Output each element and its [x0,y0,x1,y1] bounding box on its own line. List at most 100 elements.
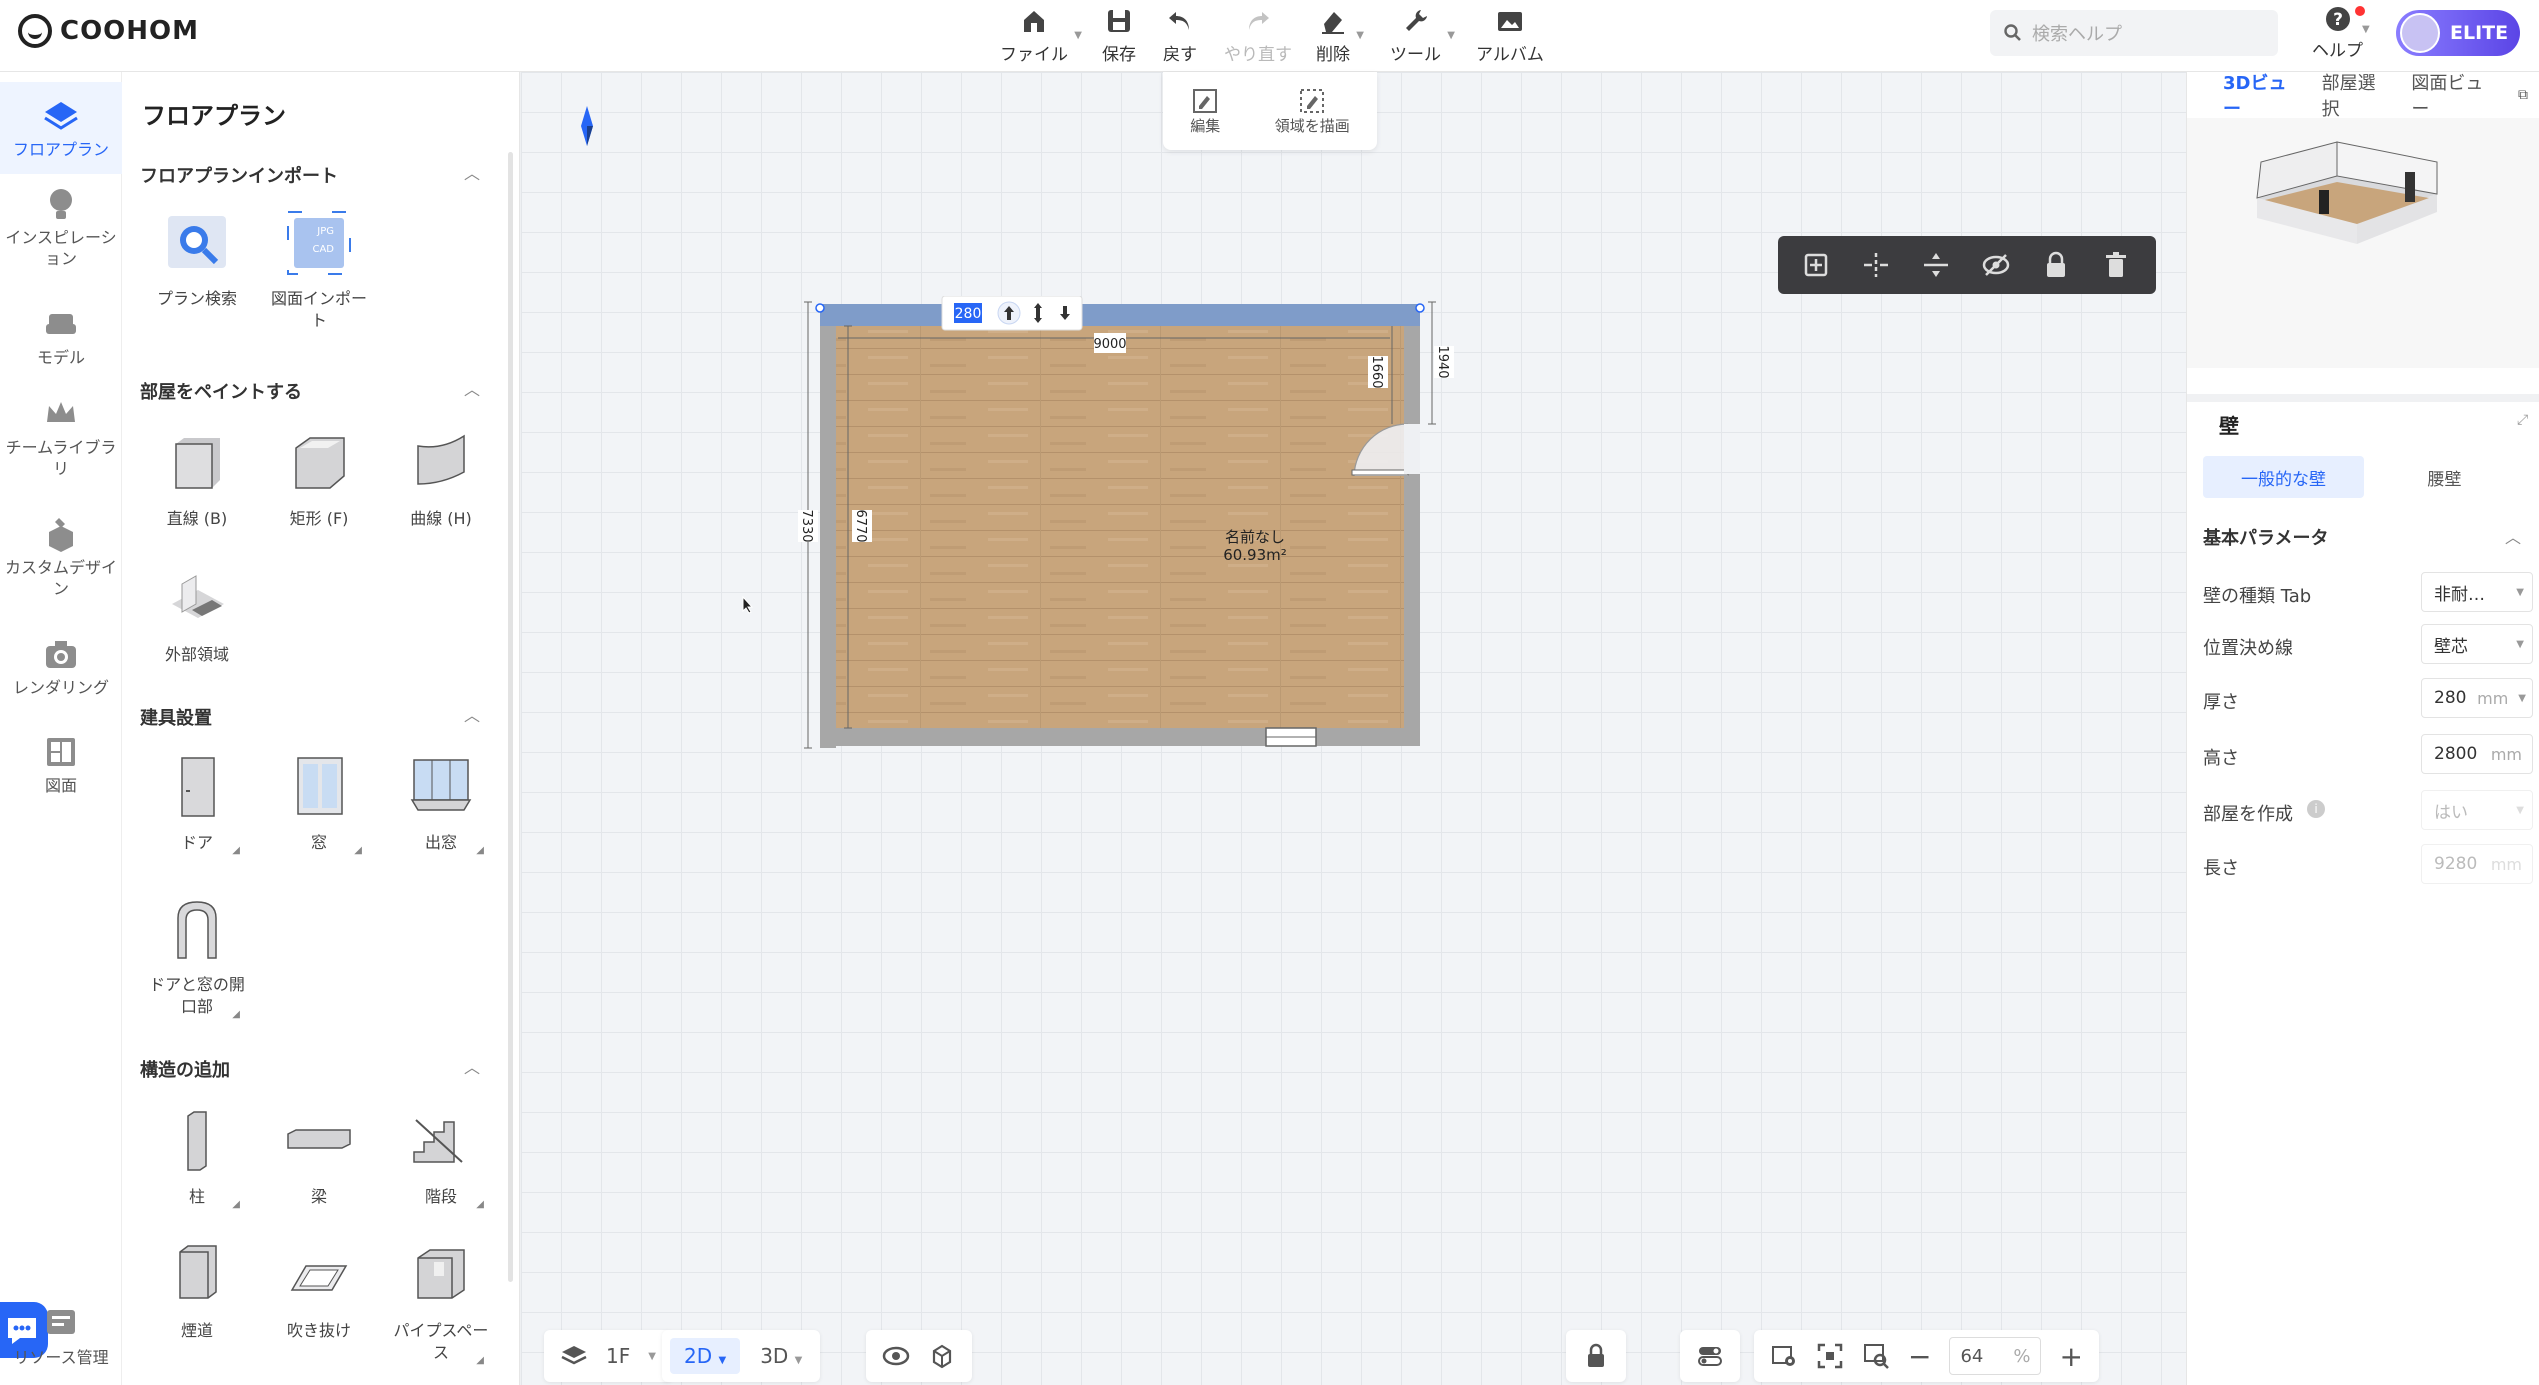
params-title: 基本パラメータ [2203,528,2329,549]
popout-icon[interactable]: ⧉ [2518,87,2528,103]
bay-window-tool[interactable]: 出窓 ◢ [386,752,496,856]
rail-item-floorplan[interactable]: フロアプラン [0,82,122,174]
fit-screen-icon[interactable] [1816,1342,1844,1370]
rail-item-resources[interactable]: リソース管理 [0,1304,122,1369]
tab-general-wall[interactable]: 一般的な壁 [2203,456,2364,498]
rail-item-rendering[interactable]: レンダリング [0,634,122,699]
chevron-up-icon[interactable]: ︿ [464,702,480,726]
save-button[interactable]: 保存 [1102,6,1136,65]
stairs-tool[interactable]: 階段 ◢ [386,1106,496,1210]
tab-drawing-view[interactable]: 図面ビュー [2411,69,2496,121]
dim-right-outer[interactable]: 1940 [1434,345,1454,379]
delete-button[interactable]: 削除 ▼ [1316,6,1364,65]
info-icon[interactable]: i [2307,800,2325,818]
wall-endpoint[interactable] [1415,303,1425,313]
draw-area-button[interactable]: 領域を描画 [1275,87,1350,136]
zoom-area-icon[interactable] [1862,1342,1890,1370]
edit-button[interactable]: 編集 [1190,87,1220,136]
layers-icon [561,1346,587,1365]
help-button[interactable]: ? ヘルプ [2312,6,2365,61]
file-button[interactable]: ファイル ▼ [1000,6,1082,65]
rail-item-drawing[interactable]: 図面 [0,732,122,797]
column-tool[interactable]: 柱 ◢ [142,1106,252,1210]
copy-add-icon[interactable] [1800,249,1832,281]
zoom-in-button[interactable]: + [2059,1340,2082,1373]
dim-height-outer[interactable]: 7330 [798,509,818,543]
height-field[interactable]: 2800 mm [2421,734,2533,774]
chevron-up-icon[interactable]: ︿ [464,160,480,184]
hide-icon[interactable] [1980,249,2012,281]
mode-2d-button[interactable]: 2D ▼ [670,1338,741,1374]
help-caret-icon[interactable]: ▼ [2362,24,2370,35]
account-badge[interactable]: ELITE [2396,10,2520,56]
window-tool[interactable]: 窓 ◢ [264,752,374,856]
thickness-field[interactable]: 280 mm ▼ [2421,678,2533,718]
dim-right-upper[interactable]: 1660 [1368,355,1388,389]
void-tool[interactable]: 吹き抜け [264,1240,374,1342]
compass-icon[interactable] [576,104,598,148]
curve-wall-tool[interactable]: 曲線 (H) [386,428,496,530]
rail-item-inspiration[interactable]: インスピレーション [0,184,122,270]
straight-wall-tool[interactable]: 直線 (B) [142,428,252,530]
cube-icon[interactable] [928,1342,956,1370]
eye-icon[interactable] [882,1342,910,1370]
trash-icon[interactable] [2100,249,2132,281]
rail-item-model[interactable]: モデル [0,304,122,369]
album-button[interactable]: アルバム [1476,6,1544,65]
wall-endpoint[interactable] [815,303,825,313]
dim-width[interactable]: 9000 [1093,333,1127,353]
lock-icon[interactable] [2040,249,2072,281]
split-icon[interactable] [1860,249,1892,281]
floor-selector[interactable]: 1F ▼ [544,1330,672,1382]
search-input[interactable]: 検索ヘルプ [2032,20,2122,46]
3d-preview[interactable] [2187,118,2539,368]
door-tool[interactable]: ドア ◢ [142,752,252,856]
dim-height-inner[interactable]: 6770 [852,509,872,543]
panel-scrollbar[interactable] [508,152,513,1282]
outer-area-tool[interactable]: 外部領域 [142,564,252,666]
rail-item-team-library[interactable]: チームライブラリ [0,394,122,480]
pipe-space-tool[interactable]: パイプスペース ◢ [386,1240,496,1366]
position-line-select[interactable]: 壁芯 ▼ [2421,624,2533,664]
flip-icon[interactable] [1920,249,1952,281]
chevron-up-icon[interactable]: ︿ [464,1054,480,1078]
right-wall-upper[interactable] [1404,322,1420,424]
tab-3d-view[interactable]: 3Dビュー [2223,69,2300,121]
toggle-icon[interactable] [1696,1342,1724,1370]
tab-low-wall[interactable]: 腰壁 [2364,456,2525,498]
floorplan-drawing[interactable]: 9000 7330 6770 1660 1940 名前なし 60.93m² 28… [740,296,1800,1076]
undo-button[interactable]: 戻す [1163,6,1197,65]
redo-button[interactable]: やり直す [1224,6,1292,65]
tab-room-select[interactable]: 部屋選択 [2322,69,2390,121]
rect-room-tool[interactable]: 矩形 (F) [264,428,374,530]
chevron-up-icon[interactable]: ︿ [464,376,480,400]
left-wall[interactable] [820,322,836,748]
logo[interactable]: COOHOM [18,14,199,48]
chevron-up-icon[interactable]: ︿ [2505,524,2521,548]
bottom-wall[interactable] [820,728,1420,746]
room-name[interactable]: 名前なし [1225,528,1285,546]
camera-icon [46,641,76,668]
param-label: 高さ [2203,748,2239,769]
void-label: 吹き抜け [286,1321,351,1340]
beam-tool[interactable]: 梁 [264,1106,374,1208]
drawing-import-tool[interactable]: JPG CAD 図面インポート [264,208,374,331]
search-box[interactable]: 検索ヘルプ [1990,10,2278,56]
right-wall-lower[interactable] [1404,474,1420,746]
opening-tool[interactable]: ドアと窓の開口部 ◢ [142,894,252,1020]
tools-button[interactable]: ツール ▼ [1390,6,1455,65]
zoom-input[interactable]: 64 % [1949,1337,2042,1375]
lock-icon[interactable] [1582,1342,1610,1370]
zoom-out-button[interactable]: − [1908,1340,1931,1373]
rail-item-custom-design[interactable]: カスタムデザイン [0,514,122,600]
mode-3d-button[interactable]: 3D ▼ [750,1338,812,1374]
flue-tool[interactable]: 煙道 [142,1240,252,1342]
wall-type-select[interactable]: 非耐… ▼ [2421,572,2533,612]
room-floor[interactable] [826,326,1404,744]
search-icon [2004,24,2021,41]
expand-icon[interactable]: ⤢ [2517,412,2528,428]
settings-view-icon[interactable] [1770,1342,1798,1370]
selected-top-wall[interactable] [820,304,1420,326]
create-room-select[interactable]: はい ▼ [2421,790,2533,830]
plan-search-tool[interactable]: プラン検索 [142,208,252,310]
